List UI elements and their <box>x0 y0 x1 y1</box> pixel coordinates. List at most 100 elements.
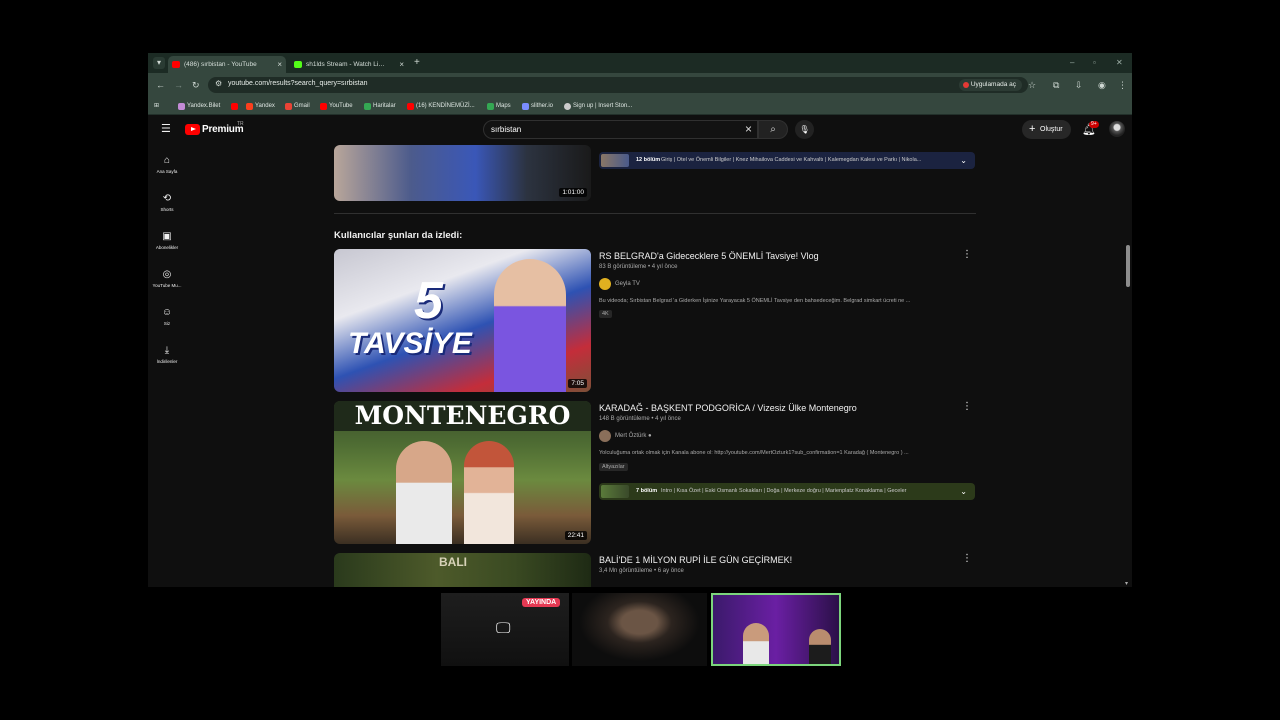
chapters-bar[interactable]: 7 bölüm Intro | Kısa Özet | Eski Osmanlı… <box>599 483 975 500</box>
sidebar-item-youtube-music[interactable]: ◎ YouTube Mu... <box>148 269 186 288</box>
browser-window: ▾ (486) sırbistan - YouTube × sh1lds Str… <box>148 53 1132 587</box>
tab-strip: ▾ (486) sırbistan - YouTube × sh1lds Str… <box>148 53 1132 73</box>
search-input[interactable]: sırbistan × <box>483 120 758 139</box>
bookmark-youtube[interactable]: YouTube <box>320 101 353 111</box>
scrollbar[interactable]: ▾ <box>1124 145 1132 587</box>
video-title[interactable]: RS BELGRAD'a Gidececklere 5 ÖNEMLİ Tavsi… <box>599 251 819 261</box>
bookmark-haritalar[interactable]: Haritalar <box>364 101 396 111</box>
duration-badge: 22:41 <box>564 531 587 540</box>
video-thumbnail[interactable]: 5 TAVSİYE 7:05 <box>334 249 591 392</box>
plus-icon: + <box>1029 123 1036 135</box>
youtube-icon <box>407 103 414 110</box>
tab-title: sh1lds Stream - Watch Live on Kick <box>306 61 388 68</box>
youtube-header: ☰ Premium TR sırbistan × ⌕ 🎙 + Oluştur 🔔… <box>148 115 1132 145</box>
microphone-icon: 🎙 <box>799 125 810 134</box>
more-options-icon[interactable]: ⋮ <box>962 553 972 564</box>
extensions-icon[interactable]: ⧉ <box>1053 79 1059 91</box>
forward-icon[interactable]: → <box>174 79 183 91</box>
create-button[interactable]: + Oluştur <box>1022 120 1071 139</box>
chapter-count: 12 bölüm <box>636 157 661 163</box>
more-options-icon[interactable]: ⋮ <box>962 249 972 260</box>
sidebar-item-label: Siz <box>163 321 171 326</box>
youtube-favicon-icon <box>172 61 180 68</box>
video-title[interactable]: KARADAĞ - BAŞKENT PODGORİCA / Vizesiz Ül… <box>599 403 857 413</box>
apps-grid-icon[interactable]: ⊞ <box>154 101 159 111</box>
video-thumbnail[interactable]: 1:01:00 <box>334 145 591 201</box>
sidebar-item-downloads[interactable]: ⤓ İndirilenler <box>148 345 186 364</box>
sidebar-item-label: YouTube Mu... <box>152 283 182 288</box>
slither-icon <box>522 103 529 110</box>
minimize-icon[interactable]: – <box>1070 56 1074 70</box>
reload-icon[interactable]: ↻ <box>192 79 200 91</box>
bookmark-label: Maps <box>496 103 511 109</box>
gmail-icon <box>285 103 292 110</box>
bookmark-gmail[interactable]: Gmail <box>285 101 310 111</box>
tab-youtube[interactable]: (486) sırbistan - YouTube × <box>168 56 286 73</box>
back-icon[interactable]: ← <box>156 79 165 91</box>
youtube-logo-icon[interactable] <box>185 124 200 135</box>
bookmark-yandex[interactable]: Yandex <box>246 101 275 111</box>
bookmark-insert-stone[interactable]: Sign up | Insert Ston... <box>564 101 632 111</box>
downloads-toolbar-icon[interactable]: ⇩ <box>1075 79 1083 91</box>
channel-link[interactable]: Geyla TV <box>599 278 640 290</box>
yandex-bilet-icon <box>178 103 185 110</box>
chapter-list: Intro | Kısa Özet | Eski Osmanlı Sokakla… <box>661 488 907 494</box>
scroll-down-arrow-icon[interactable]: ▾ <box>1125 580 1128 587</box>
new-tab-button[interactable]: + <box>414 56 420 70</box>
chapter-thumbnail <box>601 485 629 498</box>
bookmark-label: Sign up | Insert Ston... <box>573 103 633 109</box>
bookmark-kendinemuzik[interactable]: (16) KENDİNEMÜZİ... <box>407 101 475 111</box>
profile-icon[interactable]: ◉ <box>1098 79 1106 91</box>
maximize-icon[interactable]: ▫ <box>1093 56 1096 70</box>
bookmark-label: Gmail <box>294 103 310 109</box>
clear-search-icon[interactable]: × <box>745 122 752 136</box>
sidebar-item-label: Abonelikler <box>155 245 179 250</box>
sidebar-item-subscriptions[interactable]: ▣ Abonelikler <box>148 231 186 250</box>
site-info-icon[interactable]: ⚙ <box>215 79 222 88</box>
youtube-app-icon <box>962 82 969 88</box>
search-button[interactable]: ⌕ <box>758 120 788 139</box>
bookmark-label: Haritalar <box>373 103 396 109</box>
maps-pin-icon <box>487 103 494 110</box>
video-thumbnail[interactable]: MONTENEGRO 22:41 <box>334 401 591 544</box>
bookmark-star-icon[interactable]: ☆ <box>1028 79 1036 91</box>
open-in-app-button[interactable]: Uygulamada aç <box>958 79 1022 91</box>
sidebar-item-home[interactable]: ⌂ Ana Sayfa <box>148 155 186 174</box>
thumbnail-number: 5 <box>414 272 443 330</box>
close-window-icon[interactable]: ✕ <box>1116 56 1123 70</box>
address-bar[interactable]: ⚙ youtube.com/results?search_query=sırbi… <box>208 77 1028 93</box>
bookmark-slither[interactable]: slither.io <box>522 101 553 111</box>
bookmark-maps[interactable]: Maps <box>487 101 511 111</box>
webcam-preview <box>572 593 707 666</box>
chrome-menu-icon[interactable]: ⋮ <box>1118 79 1127 91</box>
sidebar-item-you[interactable]: ☺ Siz <box>148 307 186 326</box>
more-options-icon[interactable]: ⋮ <box>962 401 972 412</box>
youtube-icon <box>320 103 327 110</box>
maps-pin-icon <box>364 103 371 110</box>
scrollbar-thumb[interactable] <box>1126 245 1130 287</box>
search-query[interactable]: sırbistan <box>491 125 521 134</box>
voice-search-button[interactable]: 🎙 <box>795 120 814 139</box>
subscriptions-icon: ▣ <box>162 231 172 242</box>
chapter-count: 7 bölüm <box>636 488 658 494</box>
sidebar-item-shorts[interactable]: ⟲ Shorts <box>148 193 186 212</box>
bookmark-yandex-bilet[interactable]: Yandex.Bilet <box>178 101 220 111</box>
account-avatar[interactable] <box>1109 121 1125 137</box>
yandex-icon <box>246 103 253 110</box>
tab-kick-stream[interactable]: sh1lds Stream - Watch Live on Kick × <box>290 56 408 73</box>
menu-icon[interactable]: ☰ <box>161 122 171 135</box>
channel-link[interactable]: Mert Öztürk ● <box>599 430 652 442</box>
chevron-down-icon[interactable]: ⌄ <box>960 483 967 500</box>
url-text[interactable]: youtube.com/results?search_query=sırbist… <box>228 80 368 87</box>
screen-share-preview: YAYINDA 🖵 <box>441 593 569 666</box>
chevron-down-icon[interactable]: ⌄ <box>960 152 967 169</box>
chapters-bar[interactable]: 12 bölüm Giriş | Otel ve Önemli Bilgiler… <box>599 152 975 169</box>
video-title[interactable]: BALİ'DE 1 MİLYON RUPİ İLE GÜN GEÇİRMEK! <box>599 555 792 565</box>
close-tab-icon[interactable]: × <box>277 56 282 73</box>
close-tab-icon[interactable]: × <box>399 56 404 73</box>
tab-search-button[interactable]: ▾ <box>153 57 165 69</box>
thumbnail-person <box>494 259 566 392</box>
video-meta: 3,4 Mn görüntüleme • 6 ay önce <box>599 568 684 574</box>
video-thumbnail[interactable]: BALI <box>334 553 591 587</box>
channel-name: Geyla TV <box>615 281 640 287</box>
